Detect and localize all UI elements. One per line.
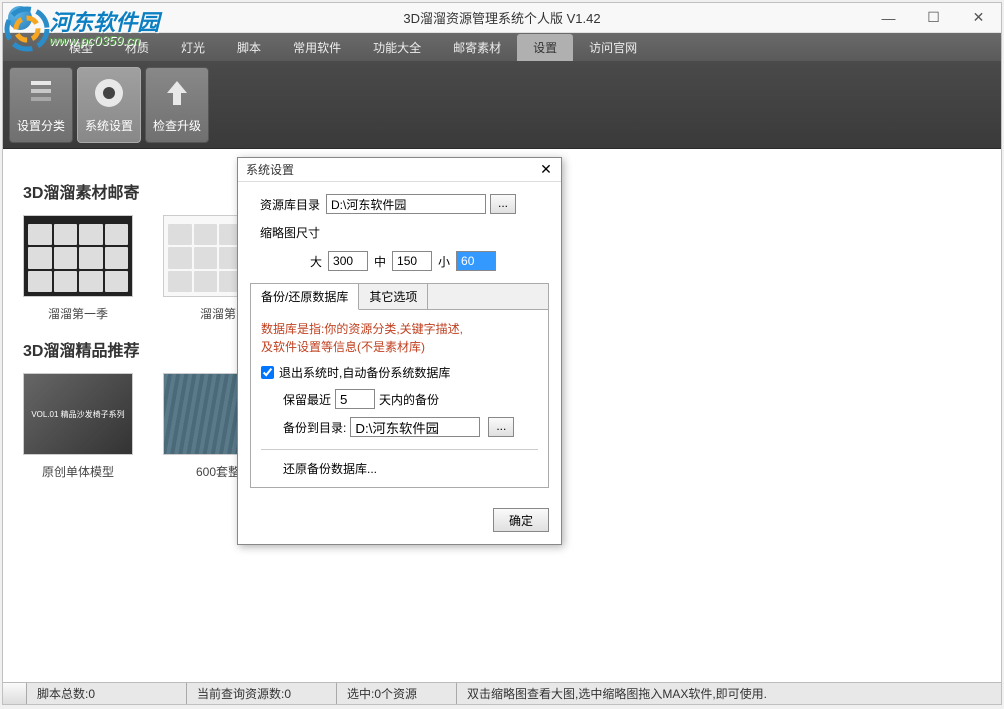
toolbar: 设置分类 系统设置 检查升级	[3, 61, 1001, 149]
ok-button[interactable]: 确定	[493, 508, 549, 532]
size-big-label: 大	[310, 253, 322, 270]
titlebar: 3D溜溜资源管理系统个人版 V1.42 — ☐ ✕	[3, 3, 1001, 33]
status-scripts: 脚本总数:0	[27, 683, 187, 704]
close-button[interactable]: ✕	[956, 3, 1001, 33]
system-settings-dialog: 系统设置 ✕ 资源库目录 ... 缩略图尺寸 大 中 小 备份/还原数据库 其它…	[237, 157, 562, 545]
settings-icon	[91, 75, 127, 111]
maximize-button[interactable]: ☐	[911, 3, 956, 33]
thumb-label: 原创单体模型	[42, 463, 114, 480]
tool-setup-categories[interactable]: 设置分类	[9, 67, 73, 143]
minimize-button[interactable]: —	[866, 3, 911, 33]
backup-dir-label: 备份到目录:	[283, 419, 346, 436]
thumb-item[interactable]: VOL.01 精品沙发椅子系列 原创单体模型	[23, 373, 133, 480]
thumb-item[interactable]: 溜溜第一季	[23, 215, 133, 322]
backup-dir-input[interactable]	[350, 417, 480, 437]
thumb-label: 溜溜第一季	[48, 305, 108, 322]
categories-icon	[23, 75, 59, 111]
upgrade-icon	[159, 75, 195, 111]
db-note: 数据库是指:你的资源分类,关键字描述, 及软件设置等信息(不是素材库)	[261, 320, 538, 356]
browse-resource-button[interactable]: ...	[490, 194, 516, 214]
tool-label: 设置分类	[17, 117, 65, 134]
tool-system-settings[interactable]: 系统设置	[77, 67, 141, 143]
dialog-title: 系统设置	[246, 161, 294, 178]
menu-functions[interactable]: 功能大全	[357, 34, 437, 61]
menubar: 模型 材质 灯光 脚本 常用软件 功能大全 邮寄素材 设置 访问官网	[3, 33, 1001, 61]
status-toggle-button[interactable]	[3, 683, 27, 704]
browse-backup-button[interactable]: ...	[488, 417, 514, 437]
statusbar: 脚本总数:0 当前查询资源数:0 选中:0个资源 双击缩略图查看大图,选中缩略图…	[3, 682, 1001, 704]
auto-backup-label: 退出系统时,自动备份系统数据库	[279, 364, 450, 381]
menu-visit-website[interactable]: 访问官网	[573, 34, 653, 61]
app-icon	[8, 6, 32, 30]
status-query: 当前查询资源数:0	[187, 683, 337, 704]
size-mid-label: 中	[374, 253, 386, 270]
menu-model[interactable]: 模型	[53, 34, 109, 61]
thumbnail-icon	[23, 215, 133, 297]
thumb-size-label: 缩略图尺寸	[250, 224, 320, 241]
menu-mail-materials[interactable]: 邮寄素材	[437, 34, 517, 61]
tool-label: 系统设置	[85, 117, 133, 134]
dialog-close-button[interactable]: ✕	[535, 160, 557, 180]
keep-label-2: 天内的备份	[379, 391, 439, 408]
keep-label-1: 保留最近	[283, 391, 331, 408]
menu-light[interactable]: 灯光	[165, 34, 221, 61]
size-big-input[interactable]	[328, 251, 368, 271]
status-hint: 双击缩略图查看大图,选中缩略图拖入MAX软件,即可使用.	[457, 683, 1001, 704]
dialog-titlebar: 系统设置 ✕	[238, 158, 561, 182]
size-small-label: 小	[438, 253, 450, 270]
window-title: 3D溜溜资源管理系统个人版 V1.42	[403, 8, 600, 27]
auto-backup-checkbox[interactable]	[261, 366, 274, 379]
resource-dir-label: 资源库目录	[250, 196, 320, 213]
thumbnail-icon: VOL.01 精品沙发椅子系列	[23, 373, 133, 455]
keep-days-input[interactable]	[335, 389, 375, 409]
tab-backup-restore[interactable]: 备份/还原数据库	[251, 284, 359, 310]
status-selected: 选中:0个资源	[337, 683, 457, 704]
thumb-label: 溜溜第	[200, 305, 236, 322]
tab-other-options[interactable]: 其它选项	[359, 284, 428, 309]
tool-label: 检查升级	[153, 117, 201, 134]
tool-check-upgrade[interactable]: 检查升级	[145, 67, 209, 143]
menu-material[interactable]: 材质	[109, 34, 165, 61]
menu-settings[interactable]: 设置	[517, 34, 573, 61]
size-mid-input[interactable]	[392, 251, 432, 271]
thumb-label: 600套整	[196, 463, 240, 480]
menu-common-software[interactable]: 常用软件	[277, 34, 357, 61]
restore-db-link[interactable]: 还原备份数据库...	[261, 449, 538, 477]
size-small-input[interactable]	[456, 251, 496, 271]
resource-dir-input[interactable]	[326, 194, 486, 214]
dialog-tabs: 备份/还原数据库 其它选项	[251, 284, 548, 309]
menu-script[interactable]: 脚本	[221, 34, 277, 61]
